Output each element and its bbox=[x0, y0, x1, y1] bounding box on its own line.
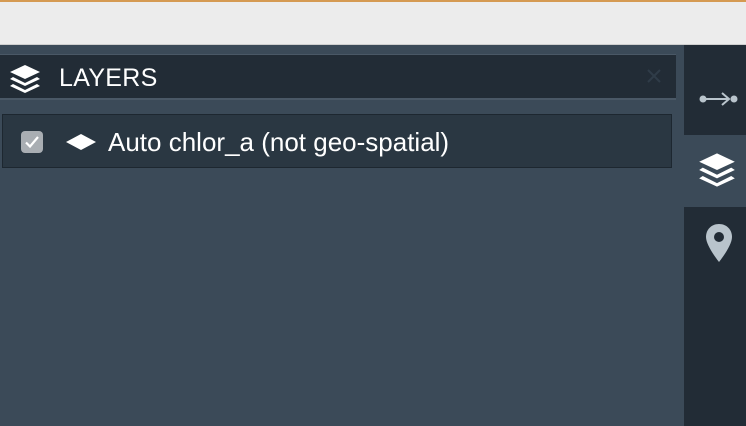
connect-arrow-icon bbox=[699, 92, 738, 106]
map-marker-icon bbox=[706, 224, 732, 262]
tab-connect[interactable] bbox=[684, 45, 746, 135]
panel-title: LAYERS bbox=[59, 64, 158, 92]
close-icon[interactable] bbox=[644, 66, 664, 86]
layers-icon bbox=[699, 153, 735, 187]
panel-header: LAYERS bbox=[0, 54, 676, 100]
layer-item[interactable]: Auto chlor_a (not geo-spatial) bbox=[2, 114, 672, 168]
sidebar-tabs bbox=[684, 45, 746, 426]
window-top-bar bbox=[0, 0, 746, 45]
layer-diamond-icon bbox=[66, 134, 96, 150]
layers-icon bbox=[10, 65, 40, 93]
layer-label: Auto chlor_a (not geo-spatial) bbox=[108, 127, 450, 157]
tab-layers[interactable] bbox=[684, 135, 746, 207]
layer-visibility-checkbox[interactable] bbox=[21, 131, 43, 153]
checkmark-icon bbox=[25, 136, 39, 149]
tab-map-marker[interactable] bbox=[684, 207, 746, 273]
layers-panel: LAYERS Auto chlor_a (not geo-spatial) bbox=[0, 45, 684, 426]
